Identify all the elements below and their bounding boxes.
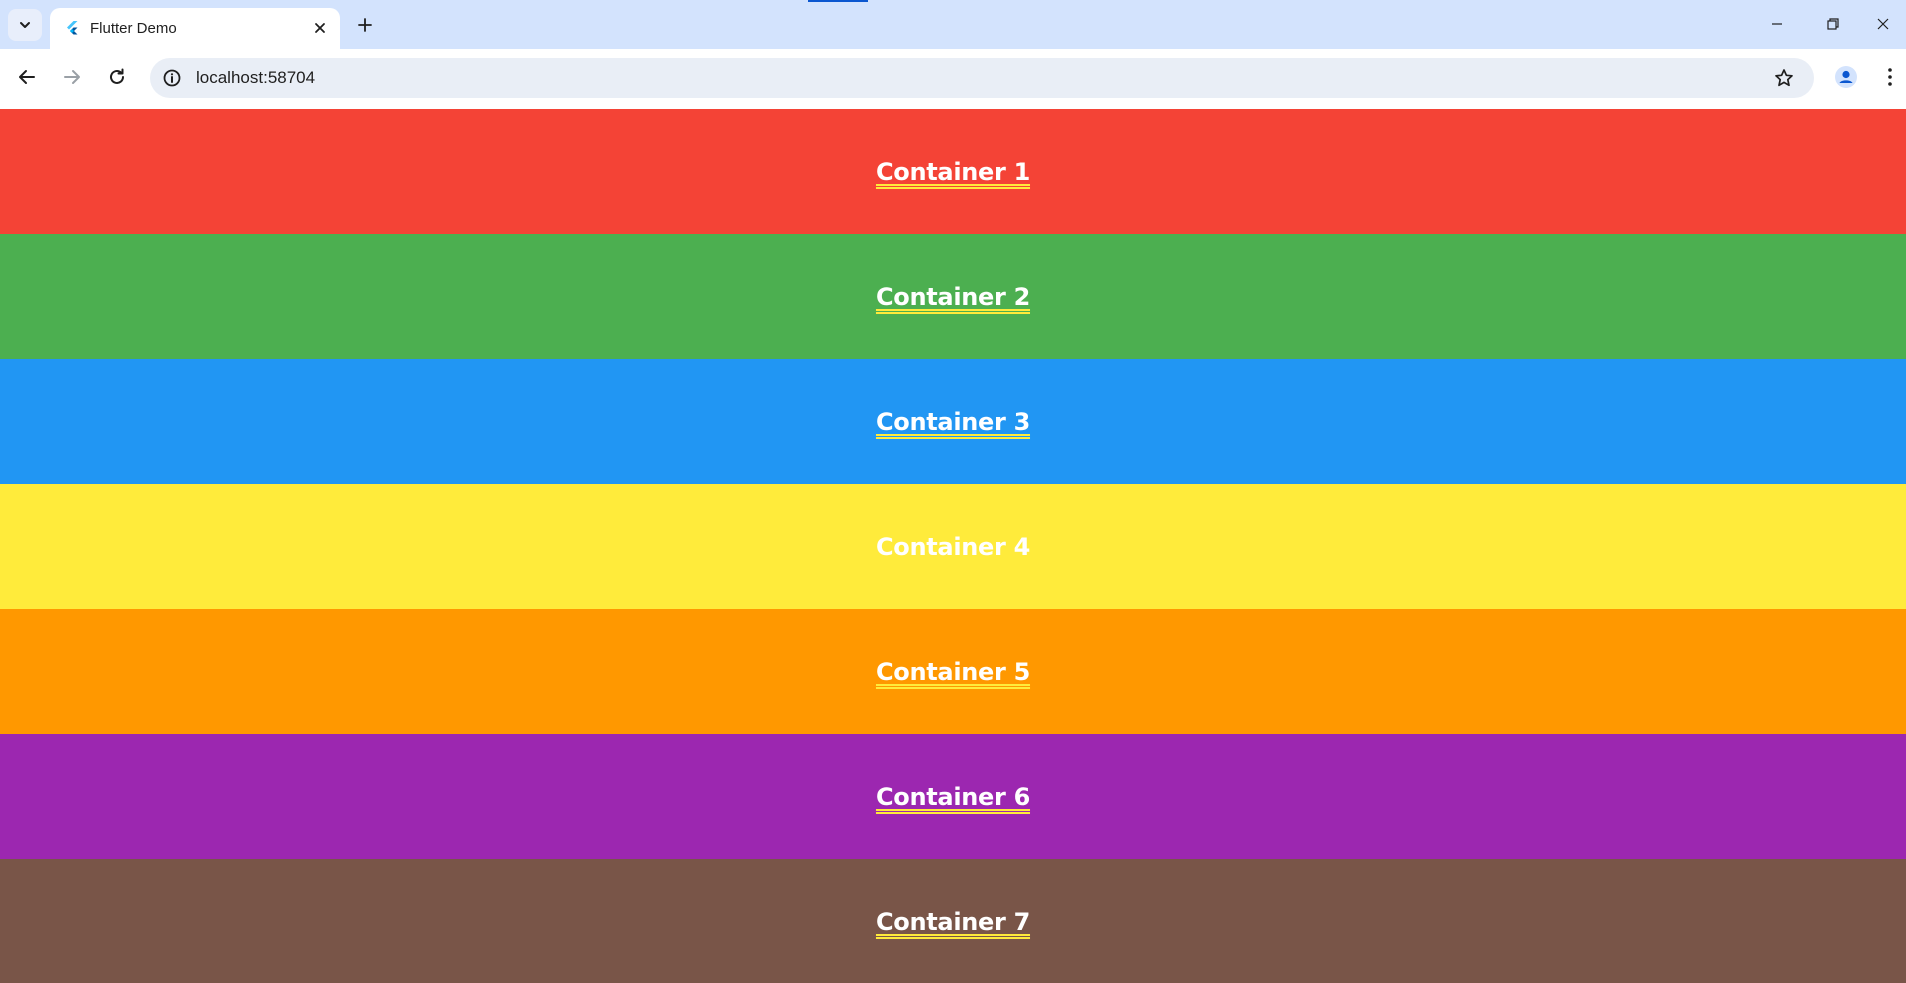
minimize-icon (1772, 23, 1782, 25)
container-label: Container 2 (875, 282, 1031, 311)
restore-icon (1827, 18, 1839, 30)
tab-strip: Flutter Demo (0, 0, 1906, 49)
tab-search-button[interactable] (8, 9, 42, 41)
close-icon (1877, 18, 1889, 30)
page-viewport: Container 1 Container 2 Container 3 Cont… (0, 109, 1906, 983)
browser-toolbar: localhost:58704 (0, 49, 1906, 109)
profile-button[interactable] (1830, 61, 1862, 93)
container-2: Container 2 (0, 234, 1906, 359)
reload-icon (110, 68, 124, 84)
new-tab-button[interactable] (352, 12, 378, 38)
browser-menu-button[interactable] (1876, 61, 1904, 93)
container-label: Container 1 (875, 157, 1031, 186)
container-5: Container 5 (0, 609, 1906, 734)
bookmark-button[interactable] (1772, 66, 1796, 90)
star-icon (1775, 69, 1793, 87)
container-label: Container 3 (875, 407, 1031, 436)
tab-strip-indicator (808, 0, 868, 2)
container-6: Container 6 (0, 734, 1906, 859)
url-text[interactable]: localhost:58704 (196, 58, 315, 98)
container-label: Container 4 (875, 532, 1031, 561)
container-3: Container 3 (0, 359, 1906, 484)
close-icon (315, 23, 325, 33)
plus-icon (358, 18, 372, 32)
info-icon (163, 69, 181, 87)
restore-button[interactable] (1810, 6, 1856, 42)
person-icon (1835, 66, 1857, 88)
back-button[interactable] (11, 61, 43, 93)
tab-flutter-demo[interactable]: Flutter Demo (50, 8, 340, 49)
arrow-right-icon (64, 70, 80, 84)
flutter-logo-icon (67, 21, 78, 35)
tab-title: Flutter Demo (90, 20, 177, 37)
site-info-button[interactable] (160, 66, 184, 90)
reload-button[interactable] (101, 61, 133, 93)
address-bar[interactable]: localhost:58704 (150, 58, 1814, 98)
container-label: Container 5 (875, 657, 1031, 686)
arrow-left-icon (19, 70, 35, 84)
container-label: Container 6 (875, 782, 1031, 811)
container-4: Container 4 (0, 484, 1906, 609)
window-close-button[interactable] (1860, 6, 1906, 42)
container-1: Container 1 (0, 109, 1906, 234)
kebab-menu-icon (1888, 68, 1892, 86)
chevron-down-icon (20, 22, 30, 28)
container-7: Container 7 (0, 859, 1906, 983)
forward-button[interactable] (56, 61, 88, 93)
minimize-button[interactable] (1754, 6, 1800, 42)
container-label: Container 7 (875, 907, 1031, 936)
tab-close-button[interactable] (310, 18, 330, 38)
